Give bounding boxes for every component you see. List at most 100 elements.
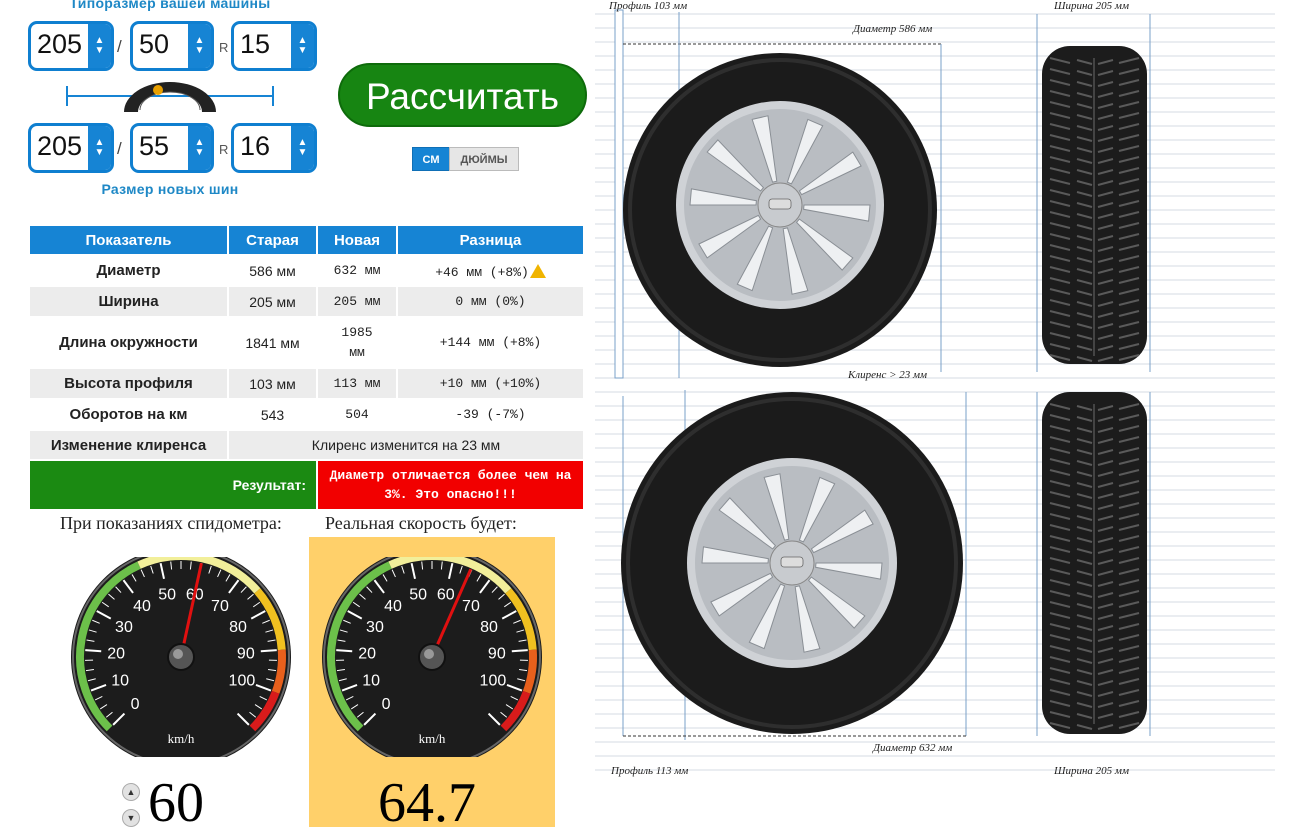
row-old: 586 мм: [249, 262, 296, 279]
spinner-icon[interactable]: ▲ ▼: [291, 24, 314, 68]
new-size-title: Размер новых шин: [101, 181, 239, 197]
gauge-tick-label: 10: [111, 673, 129, 690]
row-new: 504: [345, 407, 369, 422]
tire-diagram: Профиль 103 мм Ширина 205 мм Диаметр 586…: [595, 0, 1275, 780]
old-width-select[interactable]: 205 ▲ ▼: [28, 21, 114, 71]
row-old: 1841 мм: [245, 334, 300, 351]
spinner-icon[interactable]: ▲ ▼: [88, 24, 111, 68]
row-new: 1985 мм: [341, 324, 373, 360]
slash-separator: /: [117, 139, 122, 158]
gauge-tick-label: 70: [462, 598, 480, 615]
gauge-tick: [336, 649, 353, 653]
new-profile-label: Профиль 113 мм: [611, 765, 689, 777]
speedometer-gauge: 0102030405060708090100km/h: [71, 557, 291, 757]
tire-calculator-page: Типоразмер вашей машины 205 ▲ ▼ / 50 ▲ ▼ R…: [0, 0, 1291, 827]
gauge-tick-label: 90: [237, 645, 255, 662]
table-row: Ширина 205 мм 205 мм 0 мм (0%): [30, 287, 583, 316]
gauge-tick-label: 50: [409, 586, 427, 603]
row-diff: -39 (-7%): [455, 407, 526, 422]
calculate-button[interactable]: Рассчитать: [338, 63, 587, 127]
old-profile-label: Профиль 103 мм: [609, 0, 688, 12]
gauge-hub-highlight: [173, 649, 183, 659]
new-tire-side: [621, 390, 967, 740]
unit-inches-button[interactable]: ДЮЙМЫ: [449, 147, 519, 171]
gauge-hub-highlight: [424, 649, 434, 659]
table-row: Высота профиля 103 мм 113 мм +10 мм (+10…: [30, 369, 583, 398]
gauge-tick-label: 60: [437, 586, 455, 603]
row-new: 205 мм: [318, 287, 396, 316]
header-old: Старая: [229, 226, 316, 254]
new-width-select[interactable]: 205 ▲ ▼: [28, 123, 114, 173]
gauge-tick-label: 10: [362, 673, 380, 690]
table-header-row: Показатель Старая Новая Разница: [30, 226, 583, 254]
old-width-label: Ширина 205 мм: [1054, 0, 1129, 12]
real-speed-gauge: 01020304050 60708090100km/h: [322, 557, 542, 757]
gauge-tick-label: 80: [229, 619, 247, 636]
real-speed-value: 64.7: [378, 772, 476, 827]
row-label: Ширина: [30, 287, 227, 316]
new-profile-select[interactable]: 55 ▲ ▼: [130, 123, 214, 173]
table-row: Диаметр 586 мм 632 мм +46 мм (+8%): [30, 256, 583, 285]
row-old: 103 мм: [229, 369, 316, 398]
old-profile-value: 50: [139, 29, 170, 59]
gauge-tick-label: 100: [480, 673, 507, 690]
header-indicator: Показатель: [30, 226, 227, 254]
speed-up-button[interactable]: ▲: [122, 783, 140, 801]
old-tire-front: [1036, 14, 1151, 372]
new-diameter-label: Диаметр 632 мм: [873, 742, 953, 754]
old-diameter-label: Диаметр 586 мм: [853, 23, 933, 35]
row-old: 205 мм: [229, 287, 316, 316]
gauge-tick-label: 40: [384, 598, 402, 615]
gauge-tick: [511, 649, 528, 653]
old-profile-select[interactable]: 50 ▲ ▼: [130, 21, 214, 71]
table-row: Длина окружности 1841 мм 1985 мм +144 мм…: [30, 318, 583, 367]
row-diff: +46 мм (+8%): [398, 256, 583, 285]
spinner-icon[interactable]: ▲ ▼: [188, 126, 211, 170]
gauge-tick: [85, 649, 102, 653]
gauge-tick-label: 20: [107, 645, 125, 662]
new-tire-front: [1036, 392, 1151, 736]
gauge-tick-label: 0: [382, 696, 391, 713]
row-diff: +10 мм (+10%): [398, 369, 583, 398]
row-diff: 0 мм (0%): [398, 287, 583, 316]
spinner-icon[interactable]: ▲ ▼: [88, 126, 111, 170]
clearance-label: Клиренс > 23 мм: [848, 369, 928, 381]
gauge-tick-label: 100: [229, 673, 256, 690]
header-diff: Разница: [398, 226, 583, 254]
gauge-tick-label: 50: [158, 586, 176, 603]
row-label: Высота профиля: [30, 369, 227, 398]
result-message: Диаметр отличается более чем на 3%. Это …: [318, 461, 583, 509]
row-new: 113 мм: [318, 369, 396, 398]
tire-sidewall-icon: [66, 82, 274, 112]
row-label: Длина окружности: [59, 334, 198, 351]
old-rim-value: 15: [240, 29, 271, 59]
new-rim-value: 16: [240, 131, 271, 161]
clearance-label: Изменение клиренса: [30, 431, 227, 459]
speed-down-button[interactable]: ▼: [122, 809, 140, 827]
row-label: Оборотов на км: [69, 406, 188, 423]
row-diff: +144 мм (+8%): [439, 335, 542, 350]
diagram-canvas: [595, 9, 1275, 771]
clearance-text: Клиренс изменится на 23 мм: [229, 431, 583, 459]
gauge-tick-label: 20: [358, 645, 376, 662]
warning-icon: [529, 263, 546, 278]
old-rim-select[interactable]: 15 ▲ ▼: [231, 21, 317, 71]
spinner-icon[interactable]: ▲ ▼: [188, 24, 211, 68]
spinner-icon[interactable]: ▲ ▼: [291, 126, 314, 170]
old-width-value: 205: [37, 29, 83, 59]
old-size-title: Типоразмер вашей машины: [69, 0, 271, 11]
gauge-tick: [260, 649, 277, 653]
unit-cm-button[interactable]: СМ: [412, 147, 450, 171]
row-new: 632 мм: [333, 263, 381, 278]
real-speed-caption: Реальная скорость будет:: [325, 513, 517, 533]
table-row: Оборотов на км 543 504 -39 (-7%): [30, 400, 583, 429]
table-row: Изменение клиренса Клиренс изменится на …: [30, 431, 583, 459]
gauge-tick-label: 80: [480, 619, 498, 636]
new-width-value: 205: [37, 131, 83, 161]
slash-separator: /: [117, 37, 122, 56]
speedometer-value[interactable]: 60: [148, 771, 204, 827]
r-separator: R: [219, 142, 229, 157]
new-rim-select[interactable]: 16 ▲ ▼: [231, 123, 317, 173]
gauge-tick-label: 30: [115, 619, 133, 636]
row-old: 543: [260, 406, 285, 423]
